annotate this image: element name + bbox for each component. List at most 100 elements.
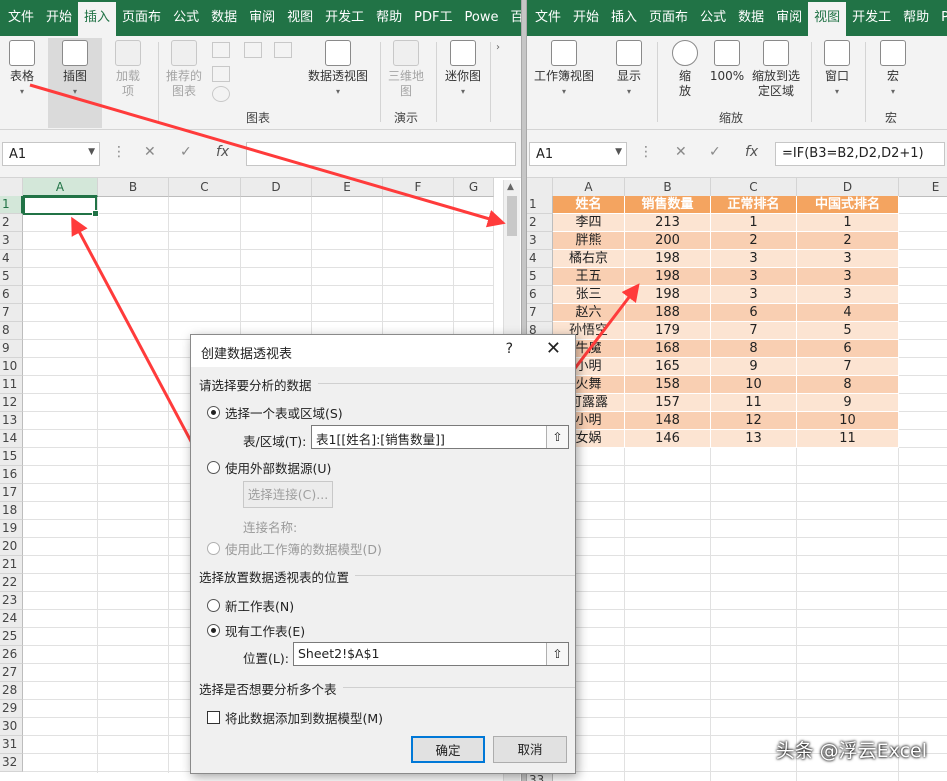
table-cell[interactable]: 188 [625, 304, 711, 322]
close-icon[interactable]: ✕ [546, 338, 561, 359]
row-header[interactable]: 18 [0, 502, 23, 520]
tab-8[interactable]: 开发工 [319, 0, 370, 36]
tab-3[interactable]: 页面布 [116, 0, 167, 36]
zoom-button[interactable]: 缩放 [665, 38, 705, 99]
column-header[interactable]: G [454, 178, 494, 197]
row-header[interactable]: 19 [0, 520, 23, 538]
row-header[interactable]: 7 [527, 304, 553, 322]
recommended-charts-button[interactable]: 推荐的图表 [164, 38, 204, 99]
help-icon[interactable]: ? [506, 341, 513, 357]
show-button[interactable]: 显示 ▾ [609, 38, 649, 99]
row-header[interactable]: 5 [527, 268, 553, 286]
tab-9[interactable]: 帮助 [370, 0, 408, 36]
row-header[interactable]: 8 [0, 322, 23, 340]
table-cell[interactable]: 6 [797, 340, 899, 358]
table-cell[interactable]: 157 [625, 394, 711, 412]
table-cell[interactable]: 3 [797, 286, 899, 304]
radio-new-worksheet[interactable]: 新工作表(N) [207, 596, 294, 615]
enter-icon[interactable]: ✓ [180, 144, 192, 160]
row-header[interactable]: 28 [0, 682, 23, 700]
column-chart-icon[interactable] [212, 42, 230, 58]
formula-input[interactable]: =IF(B3=B2,D2,D2+1) [775, 142, 945, 166]
table-cell[interactable]: 1 [797, 214, 899, 232]
table-cell[interactable]: 7 [797, 358, 899, 376]
3d-map-button[interactable]: 三维地图 [386, 38, 426, 99]
tab-5[interactable]: 数据 [205, 0, 243, 36]
row-header[interactable]: 2 [527, 214, 553, 232]
tab-6[interactable]: 审阅 [243, 0, 281, 36]
table-cell[interactable]: 李四 [553, 214, 625, 232]
tab-2[interactable]: 插入 [605, 0, 643, 36]
tab-1[interactable]: 开始 [567, 0, 605, 36]
table-cell[interactable]: 148 [625, 412, 711, 430]
column-header[interactable]: E [899, 178, 947, 197]
tab-12[interactable]: 百 [504, 0, 521, 36]
name-box[interactable]: A1 ▼ [2, 142, 100, 166]
table-header-cell[interactable]: 销售数量 [625, 196, 711, 214]
table-cell[interactable]: 198 [625, 250, 711, 268]
column-header[interactable]: A [553, 178, 625, 197]
row-header[interactable]: 32 [0, 754, 23, 772]
tab-4[interactable]: 公式 [694, 0, 732, 36]
column-header[interactable]: E [312, 178, 383, 197]
row-header[interactable]: 2 [0, 214, 23, 232]
row-header[interactable]: 4 [0, 250, 23, 268]
table-cell[interactable]: 158 [625, 376, 711, 394]
row-header[interactable]: 1 [527, 196, 553, 214]
table-cell[interactable]: 张三 [553, 286, 625, 304]
zoom-100-button[interactable]: 100% [707, 38, 747, 84]
row-header[interactable]: 21 [0, 556, 23, 574]
cancel-button[interactable]: 取消 [493, 736, 567, 763]
table-cell[interactable]: 198 [625, 286, 711, 304]
table-cell[interactable]: 8 [797, 376, 899, 394]
collapse-dialog-icon[interactable]: ⇧ [546, 426, 568, 448]
table-cell[interactable]: 10 [711, 376, 797, 394]
row-header[interactable]: 6 [527, 286, 553, 304]
illustrations-button[interactable]: 插图 ▾ [48, 38, 102, 128]
tab-7[interactable]: 视图 [281, 0, 319, 36]
row-header[interactable]: 22 [0, 574, 23, 592]
table-cell[interactable]: 赵六 [553, 304, 625, 322]
column-header[interactable]: D [797, 178, 899, 197]
row-header[interactable]: 10 [0, 358, 23, 376]
row-header[interactable]: 12 [0, 394, 23, 412]
choose-connection-button[interactable]: 选择连接(C)... [243, 481, 333, 508]
radio-data-model[interactable]: 使用此工作簿的数据模型(D) [207, 539, 382, 558]
table-cell[interactable]: 9 [711, 358, 797, 376]
table-cell[interactable]: 3 [711, 286, 797, 304]
row-header[interactable]: 31 [0, 736, 23, 754]
row-header[interactable]: 1 [0, 196, 23, 214]
tab-0[interactable]: 文件 [529, 0, 567, 36]
workbook-views-button[interactable]: 工作簿视图 ▾ [531, 38, 597, 99]
tab-7[interactable]: 视图 [808, 0, 847, 36]
tab-8[interactable]: 开发工 [846, 0, 897, 36]
row-header[interactable]: 15 [0, 448, 23, 466]
corner-select-all[interactable] [0, 178, 23, 197]
addins-button[interactable]: 加载项 [108, 38, 148, 99]
row-header[interactable]: 6 [0, 286, 23, 304]
table-cell[interactable]: 6 [711, 304, 797, 322]
table-cell[interactable]: 12 [711, 412, 797, 430]
table-cell[interactable]: 11 [711, 394, 797, 412]
table-cell[interactable]: 146 [625, 430, 711, 448]
tab-0[interactable]: 文件 [2, 0, 40, 36]
enter-icon[interactable]: ✓ [709, 144, 721, 160]
table-cell[interactable]: 3 [797, 268, 899, 286]
collapse-dialog-icon[interactable]: ⇧ [546, 643, 568, 665]
tab-2[interactable]: 插入 [78, 0, 117, 36]
row-header[interactable]: 29 [0, 700, 23, 718]
tab-5[interactable]: 数据 [732, 0, 770, 36]
tab-10[interactable]: PDF工 [408, 0, 458, 36]
table-cell[interactable]: 9 [797, 394, 899, 412]
macros-button[interactable]: 宏 ▾ [873, 38, 913, 99]
window-button[interactable]: 窗口 ▾ [817, 38, 857, 99]
radio-select-table[interactable]: 选择一个表或区域(S) [207, 403, 343, 422]
table-cell[interactable]: 7 [711, 322, 797, 340]
row-header[interactable]: 13 [0, 412, 23, 430]
table-cell[interactable]: 5 [797, 322, 899, 340]
row-header[interactable]: 26 [0, 646, 23, 664]
tab-4[interactable]: 公式 [167, 0, 205, 36]
row-header[interactable]: 20 [0, 538, 23, 556]
table-cell[interactable]: 165 [625, 358, 711, 376]
column-header[interactable]: F [383, 178, 454, 197]
